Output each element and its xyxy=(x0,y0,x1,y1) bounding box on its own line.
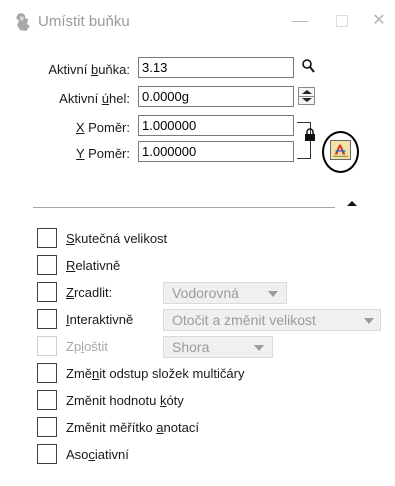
interactive-dropdown[interactable]: Otočit a změnit velikost xyxy=(163,309,381,331)
app-icon xyxy=(16,13,30,32)
collapse-arrow-icon[interactable] xyxy=(347,201,357,206)
associative-checkbox[interactable] xyxy=(37,444,57,464)
spin-up-icon[interactable] xyxy=(302,90,312,94)
maximize-button[interactable] xyxy=(327,10,357,32)
angle-spinner[interactable] xyxy=(298,87,315,105)
annotation-scale-icon[interactable] xyxy=(330,140,351,160)
chevron-down-icon xyxy=(364,318,374,324)
interactive-label: Interaktivně xyxy=(66,312,134,327)
window-title: Umístit buňku xyxy=(38,13,130,30)
place-cell-dialog: Umístit buňku ✕ Aktivní buňka: 3.13 Akti… xyxy=(0,0,395,486)
y-scale-input[interactable]: 1.000000 xyxy=(138,141,294,162)
flatten-label: Zploštit xyxy=(66,339,108,354)
mirror-label: Zrcadlit: xyxy=(66,285,113,300)
flatten-dropdown[interactable]: Shora xyxy=(163,336,273,358)
associative-label: Asociativní xyxy=(66,447,129,462)
spinner-divider xyxy=(299,96,314,97)
mline-offset-label: Změnit odstup složek multičáry xyxy=(66,366,245,381)
interactive-dropdown-value: Otočit a změnit velikost xyxy=(172,312,316,328)
search-icon[interactable] xyxy=(300,58,318,76)
relative-label: Relativně xyxy=(66,258,121,273)
active-cell-input[interactable]: 3.13 xyxy=(138,57,294,78)
x-scale-label: X Poměr: xyxy=(75,120,130,135)
title-bar: Umístit buňku ✕ xyxy=(0,0,395,42)
active-angle-input[interactable]: 0.0000g xyxy=(138,86,294,107)
mirror-checkbox[interactable] xyxy=(37,282,57,302)
mirror-dropdown-value: Vodorovná xyxy=(172,285,239,301)
interactive-checkbox[interactable] xyxy=(37,309,57,329)
dim-value-checkbox[interactable] xyxy=(37,390,57,410)
active-cell-label: Aktivní buňka: xyxy=(48,62,130,77)
section-separator xyxy=(33,207,335,208)
true-scale-label: Skutečná velikost xyxy=(66,231,168,246)
spin-down-icon[interactable] xyxy=(302,98,312,102)
close-icon: ✕ xyxy=(372,12,386,29)
mirror-dropdown[interactable]: Vodorovná xyxy=(163,282,287,304)
relative-checkbox[interactable] xyxy=(37,255,57,275)
dim-value-label: Změnit hodnotu kóty xyxy=(66,393,184,408)
y-scale-label: Y Poměr: xyxy=(76,146,130,161)
chevron-down-icon xyxy=(254,345,264,351)
chevron-down-icon xyxy=(268,291,278,297)
anno-scale-label: Změnit měřítko anotací xyxy=(66,420,199,435)
flatten-checkbox[interactable] xyxy=(37,336,57,356)
active-angle-label: Aktivní úhel: xyxy=(59,91,130,106)
lock-icon[interactable] xyxy=(304,128,316,142)
close-button[interactable]: ✕ xyxy=(364,10,394,32)
anno-scale-checkbox[interactable] xyxy=(37,417,57,437)
mline-offset-checkbox[interactable] xyxy=(37,363,57,383)
true-scale-checkbox[interactable] xyxy=(37,228,57,248)
minimize-button[interactable] xyxy=(285,10,315,32)
x-scale-input[interactable]: 1.000000 xyxy=(138,115,294,136)
flatten-dropdown-value: Shora xyxy=(172,339,210,355)
